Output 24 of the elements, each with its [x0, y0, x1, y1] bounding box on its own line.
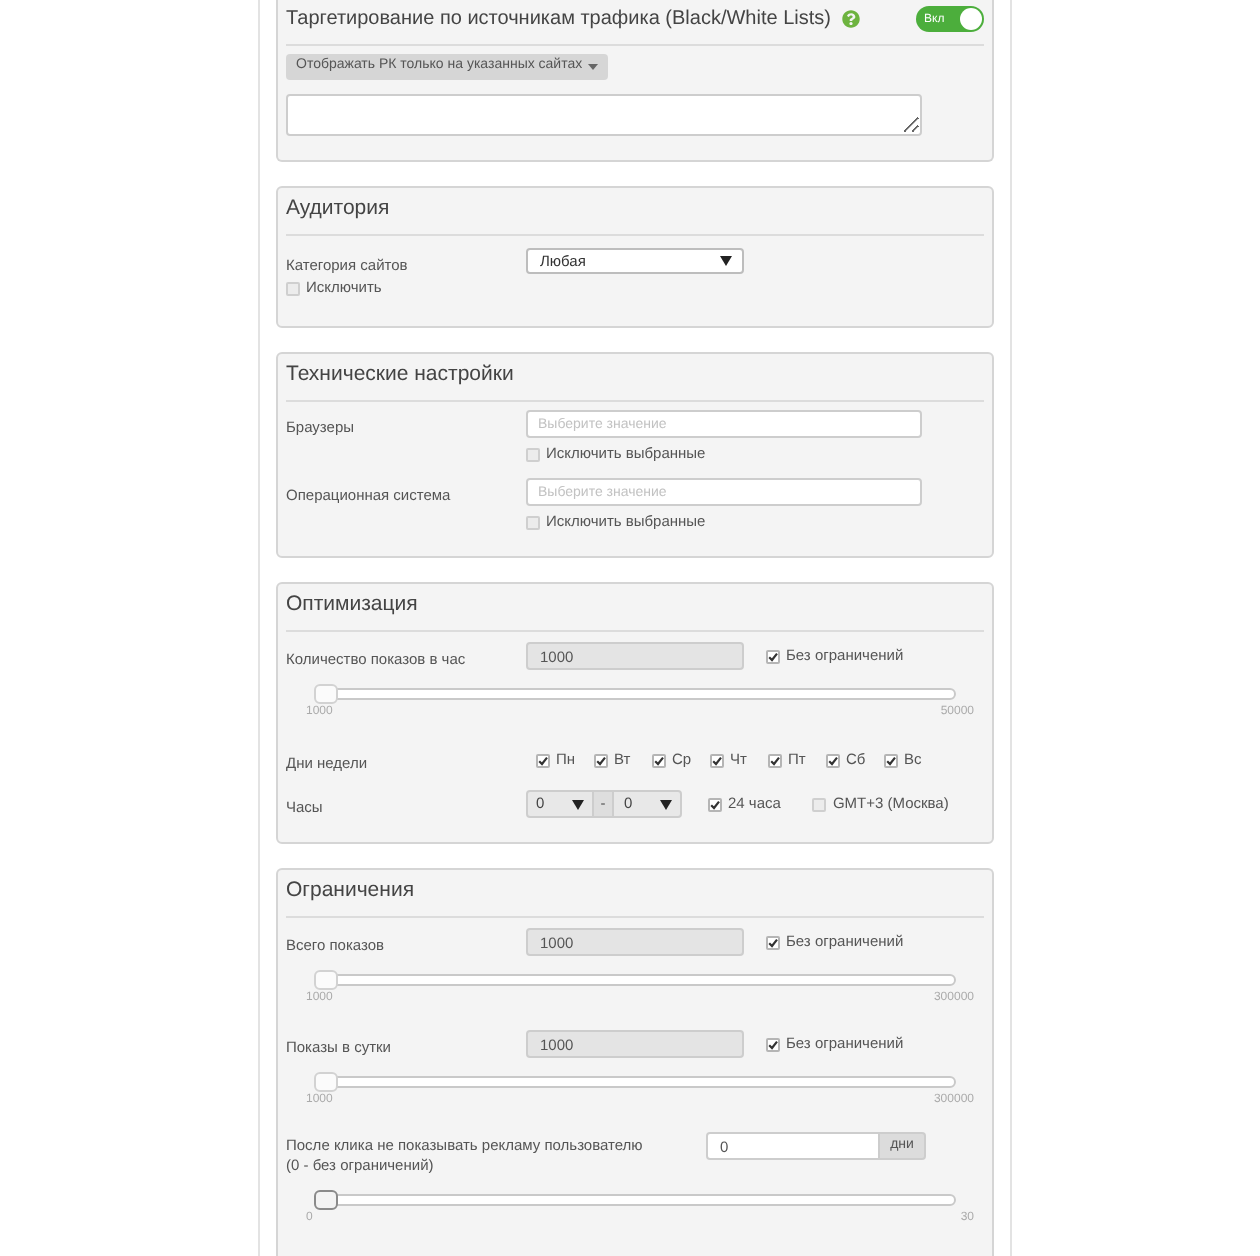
checkbox[interactable] — [536, 753, 550, 767]
panel-title: Технические настройки — [286, 360, 514, 388]
slider[interactable] — [314, 970, 956, 990]
checkbox[interactable] — [708, 797, 722, 811]
slider-handle[interactable] — [314, 1190, 338, 1210]
help-icon[interactable] — [842, 10, 861, 28]
checkbox[interactable] — [884, 753, 898, 767]
panel-title: Оптимизация — [286, 590, 418, 618]
slider[interactable] — [314, 1072, 956, 1092]
checkbox[interactable] — [768, 753, 782, 767]
slider[interactable] — [314, 1190, 956, 1210]
textarea-field[interactable] — [286, 94, 922, 136]
caret-icon — [720, 256, 732, 266]
panel-title: Аудитория — [286, 194, 390, 222]
caret-icon — [588, 64, 599, 70]
checkbox[interactable] — [826, 753, 840, 767]
slider[interactable] — [314, 684, 956, 704]
checkbox[interactable] — [710, 753, 724, 767]
panel-title: Ограничения — [286, 876, 414, 904]
caret-icon — [572, 799, 584, 809]
panel-title: Таргетирование по источникам трафика (Black/White Lists) — [286, 6, 831, 32]
checkbox[interactable] — [652, 753, 666, 767]
checkbox[interactable] — [594, 753, 608, 767]
caret-icon — [660, 799, 672, 809]
